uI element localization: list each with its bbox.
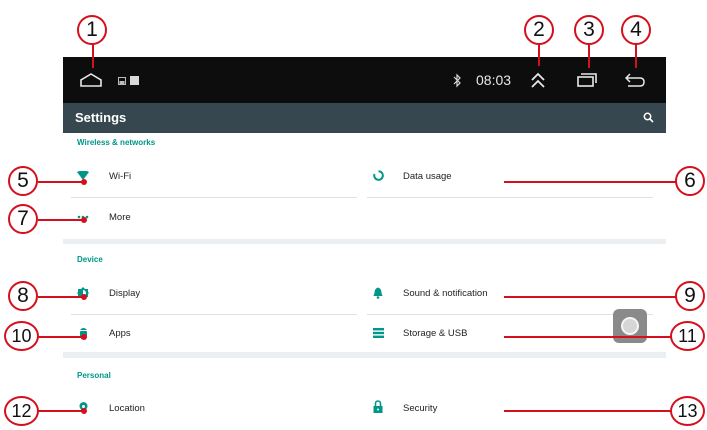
setting-item-more[interactable]: More: [63, 198, 363, 239]
callout-dot: [81, 179, 87, 185]
setting-item-sound-notification[interactable]: Sound & notification: [365, 272, 666, 314]
settings-toolbar: Settings: [63, 103, 666, 133]
recent-apps-icon[interactable]: [577, 73, 597, 87]
expand-up-icon[interactable]: [530, 71, 546, 89]
callout-11: 11: [670, 321, 705, 351]
setting-item-wifi[interactable]: Wi-Fi: [63, 155, 363, 197]
callout-line: [38, 181, 84, 183]
divider: [367, 197, 653, 198]
assistive-touch-inner-icon: [621, 317, 639, 335]
setting-item-data-usage[interactable]: Data usage: [365, 155, 666, 197]
callout-7: 7: [8, 204, 38, 234]
home-outline-icon[interactable]: [80, 73, 102, 87]
callout-line: [635, 44, 637, 68]
callout-line: [504, 410, 678, 412]
data-usage-icon: [373, 170, 384, 181]
section-wireless-networks: Wireless & networks Wi-Fi Data usage Mor…: [63, 133, 666, 239]
setting-label: Wi-Fi: [109, 171, 132, 182]
callout-12: 12: [4, 396, 39, 426]
callout-2: 2: [524, 15, 554, 45]
section-header: Wireless & networks: [77, 138, 156, 147]
setting-label: Storage & USB: [403, 328, 468, 339]
callout-line: [38, 296, 84, 298]
callout-dot: [81, 334, 87, 340]
screenshot-icon: [118, 77, 126, 85]
setting-label: Data usage: [403, 171, 452, 182]
section-personal: Personal Location Security: [63, 358, 666, 430]
callout-line: [92, 44, 94, 68]
callout-4: 4: [621, 15, 651, 45]
callout-dot: [81, 408, 87, 414]
callout-dot: [81, 217, 87, 223]
callout-5: 5: [8, 166, 38, 196]
setting-label: Apps: [109, 328, 131, 339]
page-title: Settings: [75, 110, 127, 125]
setting-item-apps[interactable]: Apps: [63, 315, 363, 352]
callout-line: [504, 336, 678, 338]
bell-icon: [373, 287, 383, 299]
setting-label: Location: [109, 403, 145, 414]
callout-line: [38, 336, 84, 338]
callout-6: 6: [675, 166, 705, 196]
status-time: 08:03: [476, 72, 512, 88]
callout-8: 8: [8, 281, 38, 311]
notification-square-icon: [130, 76, 139, 85]
callout-line: [38, 410, 84, 412]
status-bar: 08:03: [63, 57, 666, 103]
search-icon[interactable]: [643, 112, 654, 123]
callout-line: [38, 219, 84, 221]
back-icon[interactable]: [625, 73, 645, 87]
callout-line: [538, 44, 540, 66]
callout-13: 13: [670, 396, 705, 426]
callout-line: [588, 44, 590, 68]
setting-label: Sound & notification: [403, 288, 488, 299]
callout-3: 3: [574, 15, 604, 45]
callout-10: 10: [4, 321, 39, 351]
lock-icon: [373, 400, 383, 413]
setting-item-location[interactable]: Location: [63, 392, 363, 430]
storage-icon: [373, 328, 384, 338]
section-header: Personal: [77, 371, 111, 380]
setting-label: Display: [109, 288, 141, 299]
callout-line: [504, 296, 678, 298]
section-header: Device: [77, 255, 103, 264]
setting-item-display[interactable]: Display: [63, 272, 363, 314]
android-screen: 08:03 Settings Wireless & networks Wi-Fi: [63, 57, 666, 430]
callout-dot: [81, 294, 87, 300]
setting-label: More: [109, 212, 131, 223]
callout-1: 1: [77, 15, 107, 45]
bluetooth-icon: [453, 73, 461, 88]
setting-label: Security: [403, 403, 438, 414]
callout-9: 9: [675, 281, 705, 311]
callout-line: [504, 181, 678, 183]
